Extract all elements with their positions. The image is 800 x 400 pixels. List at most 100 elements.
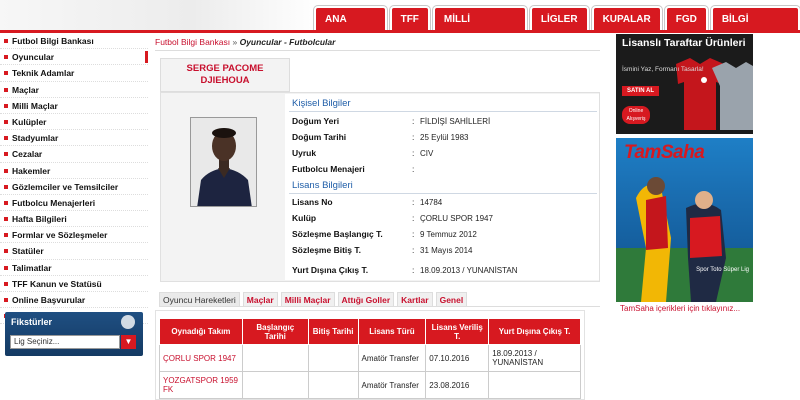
team-link[interactable]: ÇORLU SPOR 1947 bbox=[159, 344, 243, 372]
fixtures-widget: Fikstürler Lig Seçiniz... ▼ bbox=[5, 312, 143, 356]
nav-tab-fgd[interactable]: FGD bbox=[664, 6, 708, 30]
tab-oyuncu-hareketleri[interactable]: Oyuncu Hareketleri bbox=[159, 292, 240, 306]
nav-tab-ana-sayfa[interactable]: ANA SAYFA bbox=[314, 6, 387, 49]
license-info-divider bbox=[289, 193, 597, 194]
birthdate-label: Doğum Tarihi bbox=[292, 132, 347, 142]
table-cell bbox=[307, 371, 359, 399]
license-no-value: 14784 bbox=[420, 198, 443, 207]
contract-start-value: 9 Temmuz 2012 bbox=[420, 230, 477, 239]
table-cell: Amatör Transfer bbox=[357, 344, 427, 372]
column-header: Oynadığı Takım bbox=[159, 318, 243, 345]
sidebar-item-gozlemciler[interactable]: Gözlemciler ve Temsilciler bbox=[0, 179, 148, 195]
tab-genel[interactable]: Genel bbox=[435, 292, 468, 306]
table-cell bbox=[241, 371, 309, 399]
header-decoration bbox=[0, 0, 320, 33]
team-link[interactable]: YOZGATSPOR 1959 FK bbox=[159, 371, 243, 399]
colon: : bbox=[412, 265, 415, 275]
colon: : bbox=[412, 164, 415, 174]
column-header: Yurt Dışına Çıkış T. bbox=[488, 318, 581, 345]
table-row: YOZGATSPOR 1959 FK Amatör Transfer 23.08… bbox=[159, 371, 581, 399]
colon: : bbox=[412, 148, 415, 158]
tab-attigi-goller[interactable]: Attığı Goller bbox=[337, 292, 395, 306]
breadcrumb-separator: » bbox=[230, 37, 240, 47]
nav-tab-ligler[interactable]: LİGLER bbox=[529, 6, 589, 30]
sidebar-item-hafta-bilgileri[interactable]: Hafta Bilgileri bbox=[0, 211, 148, 228]
sidebar-item-tff-kanun[interactable]: TFF Kanun ve Statüsü bbox=[0, 276, 148, 292]
breadcrumb-root-link[interactable]: Futbol Bilgi Bankası bbox=[155, 37, 230, 47]
sidebar-item-futbol-bilgi-bankasi[interactable]: Futbol Bilgi Bankası bbox=[0, 33, 148, 50]
table-cell bbox=[488, 371, 581, 399]
breadcrumb: Futbol Bilgi Bankası » Oyuncular - Futbo… bbox=[155, 37, 335, 47]
buy-button[interactable]: SATIN AL bbox=[622, 86, 659, 96]
tamsaha-logo: TamSaha bbox=[624, 142, 705, 163]
colon: : bbox=[412, 213, 415, 223]
sidebar-item-talimatlar[interactable]: Talimatlar bbox=[0, 260, 148, 276]
tab-milli-maclar[interactable]: Milli Maçlar bbox=[280, 292, 335, 306]
personal-info-title: Kişisel Bilgiler bbox=[292, 98, 351, 109]
nav-tab-bilgi-bankasi[interactable]: BİLGİ BANKASI bbox=[710, 6, 800, 49]
sidebar-item-oyuncular[interactable]: Oyuncular bbox=[0, 49, 148, 66]
table-cell bbox=[307, 344, 359, 372]
agent-label: Futbolcu Menajeri bbox=[292, 164, 365, 174]
football-icon bbox=[121, 315, 135, 329]
sidebar-item-cezalar[interactable]: Cezalar bbox=[0, 146, 148, 163]
fixtures-title: Fikstürler bbox=[11, 317, 53, 327]
table-cell bbox=[241, 344, 309, 372]
sidebar-item-stadyumlar[interactable]: Stadyumlar bbox=[0, 130, 148, 147]
player-photo-image bbox=[191, 118, 256, 206]
tamsaha-link[interactable]: TamSaha içerikleri için tıklayınız... bbox=[620, 304, 740, 313]
nav-tab-tff[interactable]: TFF bbox=[389, 6, 430, 30]
history-table: Oynadığı Takım Başlangıç Tarihi Bitiş Ta… bbox=[159, 318, 581, 399]
nav-tab-milli-takimlar[interactable]: MİLLİ TAKIMLAR bbox=[432, 6, 527, 49]
breadcrumb-divider bbox=[155, 50, 600, 51]
colon: : bbox=[412, 245, 415, 255]
league-select[interactable]: Lig Seçiniz... bbox=[10, 335, 120, 349]
breadcrumb-current: Oyuncular - Futbolcular bbox=[239, 37, 336, 47]
sidebar-item-teknik-adamlar[interactable]: Teknik Adamlar bbox=[0, 65, 148, 82]
table-cell: 07.10.2016 bbox=[425, 344, 490, 372]
abroad-exit-value: 18.09.2013 / YUNANİSTAN bbox=[420, 266, 518, 275]
birthplace-label: Doğum Yeri bbox=[292, 116, 340, 126]
colon: : bbox=[412, 197, 415, 207]
top-nav: ANA SAYFA TFF MİLLİ TAKIMLAR LİGLER KUPA… bbox=[314, 6, 800, 49]
license-no-label: Lisans No bbox=[292, 197, 333, 207]
table-row: ÇORLU SPOR 1947 Amatör Transfer 07.10.20… bbox=[159, 344, 581, 372]
player-name-box: SERGE PACOME DJIEHOUA bbox=[160, 58, 290, 92]
license-info-title: Lisans Bilgileri bbox=[292, 180, 353, 191]
colon: : bbox=[412, 116, 415, 126]
sidebar-item-statuler[interactable]: Statüler bbox=[0, 243, 148, 260]
contract-end-value: 31 Mayıs 2014 bbox=[420, 246, 473, 255]
contract-start-label: Sözleşme Başlangıç T. bbox=[292, 229, 383, 239]
table-cell: 18.09.2013 / YUNANİSTAN bbox=[488, 344, 581, 372]
sidebar-item-futbolcu-menajerleri[interactable]: Futbolcu Menajerleri bbox=[0, 195, 148, 212]
sidebar-item-milli-maclar[interactable]: Milli Maçlar bbox=[0, 98, 148, 114]
column-header: Bitiş Tarihi bbox=[307, 318, 359, 345]
tamsaha-tagline: Spor Toto Süper Lig bbox=[696, 267, 749, 273]
club-value: ÇORLU SPOR 1947 bbox=[420, 214, 493, 223]
chevron-down-icon[interactable]: ▼ bbox=[121, 335, 136, 349]
merch-ad-banner[interactable]: Lisanslı Taraftar Ürünleri İsmini Yaz, F… bbox=[616, 34, 753, 134]
table-cell: 23.08.2016 bbox=[425, 371, 490, 399]
column-header: Lisans Türü bbox=[357, 318, 427, 345]
colon: : bbox=[412, 229, 415, 239]
column-header: Başlangıç Tarihi bbox=[241, 318, 309, 345]
player-tabs: Oyuncu Hareketleri Maçlar Milli Maçlar A… bbox=[159, 292, 468, 306]
sidebar-item-hakemler[interactable]: Hakemler bbox=[0, 163, 148, 179]
sidebar-item-kulupler[interactable]: Kulüpler bbox=[0, 114, 148, 131]
tamsaha-ad-banner[interactable]: TamSaha Spor Toto Süper Lig bbox=[616, 138, 753, 302]
nationality-label: Uyruk bbox=[292, 148, 317, 158]
sidebar-item-maclar[interactable]: Maçlar bbox=[0, 82, 148, 98]
abroad-exit-label: Yurt Dışına Çıkış T. bbox=[292, 265, 369, 275]
nav-tab-kupalar[interactable]: KUPALAR bbox=[591, 6, 662, 30]
player-photo bbox=[190, 117, 257, 207]
tab-maclar[interactable]: Maçlar bbox=[242, 292, 278, 306]
merch-ad-subtitle: İsmini Yaz, Formanı Tasarla! bbox=[622, 66, 704, 73]
tabs-divider bbox=[159, 306, 600, 307]
contract-end-label: Sözleşme Bitiş T. bbox=[292, 245, 361, 255]
sidebar-item-formlar[interactable]: Formlar ve Sözleşmeler bbox=[0, 227, 148, 244]
sidebar-item-online-basvurular[interactable]: Online Başvurular bbox=[0, 292, 148, 309]
tab-kartlar[interactable]: Kartlar bbox=[397, 292, 433, 306]
birthplace-value: FİLDİŞİ SAHİLLERİ bbox=[420, 117, 491, 126]
birthdate-value: 25 Eylül 1983 bbox=[420, 133, 469, 142]
colon: : bbox=[412, 132, 415, 142]
